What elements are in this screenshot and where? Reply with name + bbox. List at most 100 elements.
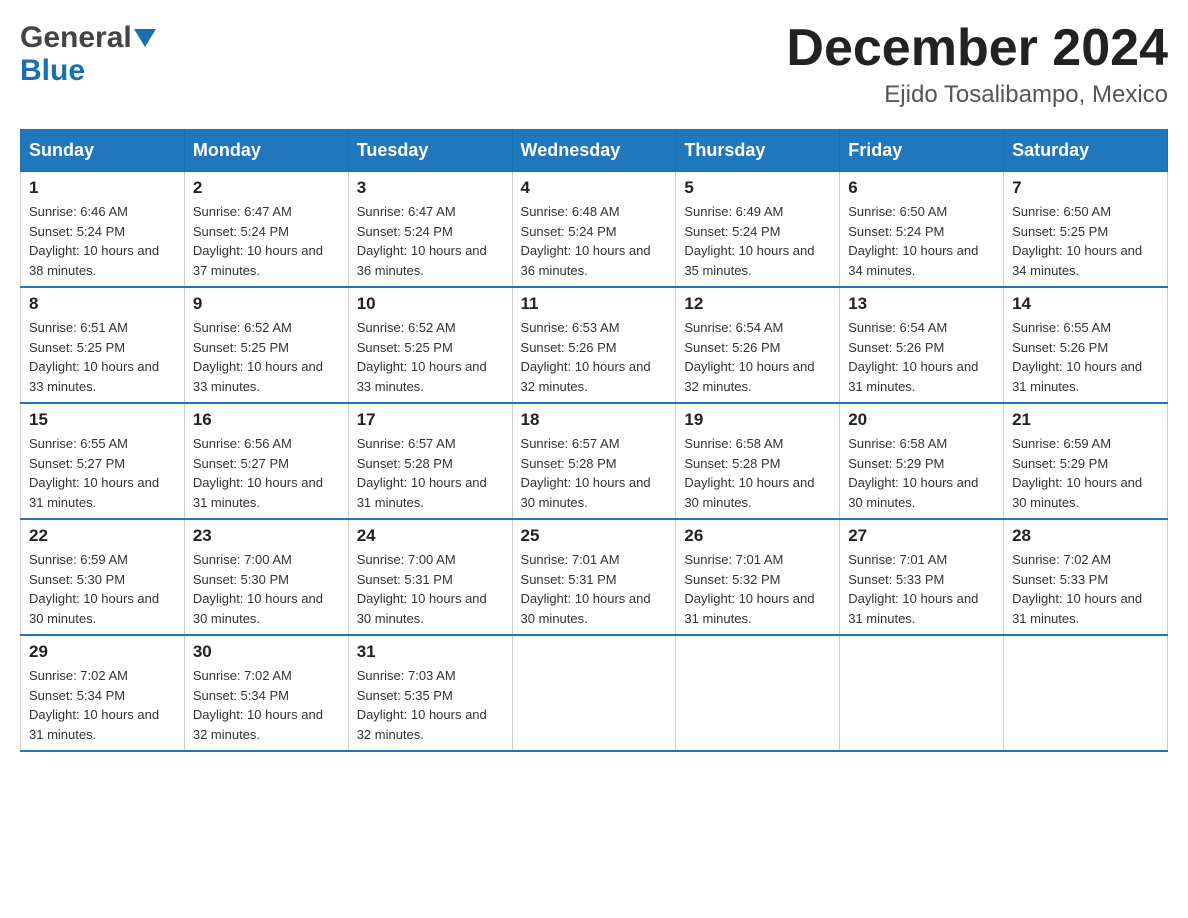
day-cell: 2 Sunrise: 6:47 AM Sunset: 5:24 PM Dayli… [184,172,348,288]
day-cell: 17 Sunrise: 6:57 AM Sunset: 5:28 PM Dayl… [348,403,512,519]
day-info: Sunrise: 7:00 AM Sunset: 5:30 PM Dayligh… [193,550,340,628]
day-info: Sunrise: 6:52 AM Sunset: 5:25 PM Dayligh… [193,318,340,396]
day-info: Sunrise: 7:00 AM Sunset: 5:31 PM Dayligh… [357,550,504,628]
logo-arrow-icon [134,29,156,47]
day-number: 21 [1012,410,1159,430]
day-info: Sunrise: 7:01 AM Sunset: 5:32 PM Dayligh… [684,550,831,628]
day-cell: 30 Sunrise: 7:02 AM Sunset: 5:34 PM Dayl… [184,635,348,751]
day-info: Sunrise: 6:59 AM Sunset: 5:30 PM Dayligh… [29,550,176,628]
day-number: 27 [848,526,995,546]
day-cell: 29 Sunrise: 7:02 AM Sunset: 5:34 PM Dayl… [21,635,185,751]
day-cell [676,635,840,751]
day-number: 29 [29,642,176,662]
day-info: Sunrise: 6:50 AM Sunset: 5:24 PM Dayligh… [848,202,995,280]
day-number: 15 [29,410,176,430]
day-info: Sunrise: 6:57 AM Sunset: 5:28 PM Dayligh… [521,434,668,512]
day-cell: 15 Sunrise: 6:55 AM Sunset: 5:27 PM Dayl… [21,403,185,519]
day-info: Sunrise: 6:53 AM Sunset: 5:26 PM Dayligh… [521,318,668,396]
day-info: Sunrise: 6:59 AM Sunset: 5:29 PM Dayligh… [1012,434,1159,512]
week-row-1: 1 Sunrise: 6:46 AM Sunset: 5:24 PM Dayli… [21,172,1168,288]
col-friday: Friday [840,130,1004,172]
day-number: 13 [848,294,995,314]
calendar-header-row: Sunday Monday Tuesday Wednesday Thursday… [21,130,1168,172]
day-cell: 18 Sunrise: 6:57 AM Sunset: 5:28 PM Dayl… [512,403,676,519]
day-number: 1 [29,178,176,198]
day-number: 11 [521,294,668,314]
day-info: Sunrise: 6:51 AM Sunset: 5:25 PM Dayligh… [29,318,176,396]
day-number: 18 [521,410,668,430]
col-sunday: Sunday [21,130,185,172]
day-cell: 25 Sunrise: 7:01 AM Sunset: 5:31 PM Dayl… [512,519,676,635]
day-info: Sunrise: 6:57 AM Sunset: 5:28 PM Dayligh… [357,434,504,512]
day-number: 17 [357,410,504,430]
day-cell: 14 Sunrise: 6:55 AM Sunset: 5:26 PM Dayl… [1004,287,1168,403]
day-info: Sunrise: 6:46 AM Sunset: 5:24 PM Dayligh… [29,202,176,280]
day-info: Sunrise: 7:01 AM Sunset: 5:31 PM Dayligh… [521,550,668,628]
day-info: Sunrise: 6:58 AM Sunset: 5:28 PM Dayligh… [684,434,831,512]
day-number: 3 [357,178,504,198]
day-number: 19 [684,410,831,430]
day-number: 12 [684,294,831,314]
day-info: Sunrise: 7:01 AM Sunset: 5:33 PM Dayligh… [848,550,995,628]
day-cell: 10 Sunrise: 6:52 AM Sunset: 5:25 PM Dayl… [348,287,512,403]
day-number: 9 [193,294,340,314]
day-number: 14 [1012,294,1159,314]
day-number: 31 [357,642,504,662]
day-cell: 9 Sunrise: 6:52 AM Sunset: 5:25 PM Dayli… [184,287,348,403]
day-cell: 21 Sunrise: 6:59 AM Sunset: 5:29 PM Dayl… [1004,403,1168,519]
day-info: Sunrise: 6:54 AM Sunset: 5:26 PM Dayligh… [684,318,831,396]
day-cell: 11 Sunrise: 6:53 AM Sunset: 5:26 PM Dayl… [512,287,676,403]
day-info: Sunrise: 7:02 AM Sunset: 5:34 PM Dayligh… [29,666,176,744]
day-info: Sunrise: 6:47 AM Sunset: 5:24 PM Dayligh… [193,202,340,280]
day-number: 28 [1012,526,1159,546]
day-cell: 28 Sunrise: 7:02 AM Sunset: 5:33 PM Dayl… [1004,519,1168,635]
day-cell: 22 Sunrise: 6:59 AM Sunset: 5:30 PM Dayl… [21,519,185,635]
day-number: 24 [357,526,504,546]
day-cell: 6 Sunrise: 6:50 AM Sunset: 5:24 PM Dayli… [840,172,1004,288]
calendar-table: Sunday Monday Tuesday Wednesday Thursday… [20,129,1168,752]
day-number: 16 [193,410,340,430]
logo-blue: Blue [20,56,85,86]
day-number: 5 [684,178,831,198]
day-number: 30 [193,642,340,662]
col-wednesday: Wednesday [512,130,676,172]
day-info: Sunrise: 6:50 AM Sunset: 5:25 PM Dayligh… [1012,202,1159,280]
page-header: General Blue December 2024 Ejido Tosalib… [20,20,1168,109]
day-number: 26 [684,526,831,546]
col-tuesday: Tuesday [348,130,512,172]
day-cell: 23 Sunrise: 7:00 AM Sunset: 5:30 PM Dayl… [184,519,348,635]
day-number: 4 [521,178,668,198]
day-info: Sunrise: 6:54 AM Sunset: 5:26 PM Dayligh… [848,318,995,396]
day-cell: 1 Sunrise: 6:46 AM Sunset: 5:24 PM Dayli… [21,172,185,288]
day-info: Sunrise: 6:55 AM Sunset: 5:27 PM Dayligh… [29,434,176,512]
day-number: 7 [1012,178,1159,198]
logo-general: General [20,20,132,56]
day-info: Sunrise: 6:56 AM Sunset: 5:27 PM Dayligh… [193,434,340,512]
day-cell: 3 Sunrise: 6:47 AM Sunset: 5:24 PM Dayli… [348,172,512,288]
day-cell: 13 Sunrise: 6:54 AM Sunset: 5:26 PM Dayl… [840,287,1004,403]
title-section: December 2024 Ejido Tosalibampo, Mexico [786,20,1168,109]
day-cell: 7 Sunrise: 6:50 AM Sunset: 5:25 PM Dayli… [1004,172,1168,288]
day-info: Sunrise: 6:58 AM Sunset: 5:29 PM Dayligh… [848,434,995,512]
col-monday: Monday [184,130,348,172]
col-saturday: Saturday [1004,130,1168,172]
day-number: 22 [29,526,176,546]
day-cell: 31 Sunrise: 7:03 AM Sunset: 5:35 PM Dayl… [348,635,512,751]
day-number: 6 [848,178,995,198]
week-row-4: 22 Sunrise: 6:59 AM Sunset: 5:30 PM Dayl… [21,519,1168,635]
day-cell [1004,635,1168,751]
day-cell: 16 Sunrise: 6:56 AM Sunset: 5:27 PM Dayl… [184,403,348,519]
day-cell: 8 Sunrise: 6:51 AM Sunset: 5:25 PM Dayli… [21,287,185,403]
calendar-subtitle: Ejido Tosalibampo, Mexico [786,81,1168,109]
day-info: Sunrise: 7:02 AM Sunset: 5:33 PM Dayligh… [1012,550,1159,628]
day-number: 23 [193,526,340,546]
day-cell [840,635,1004,751]
day-number: 10 [357,294,504,314]
day-info: Sunrise: 6:52 AM Sunset: 5:25 PM Dayligh… [357,318,504,396]
day-number: 25 [521,526,668,546]
day-info: Sunrise: 7:02 AM Sunset: 5:34 PM Dayligh… [193,666,340,744]
week-row-5: 29 Sunrise: 7:02 AM Sunset: 5:34 PM Dayl… [21,635,1168,751]
week-row-2: 8 Sunrise: 6:51 AM Sunset: 5:25 PM Dayli… [21,287,1168,403]
day-info: Sunrise: 6:48 AM Sunset: 5:24 PM Dayligh… [521,202,668,280]
calendar-title: December 2024 [786,20,1168,77]
